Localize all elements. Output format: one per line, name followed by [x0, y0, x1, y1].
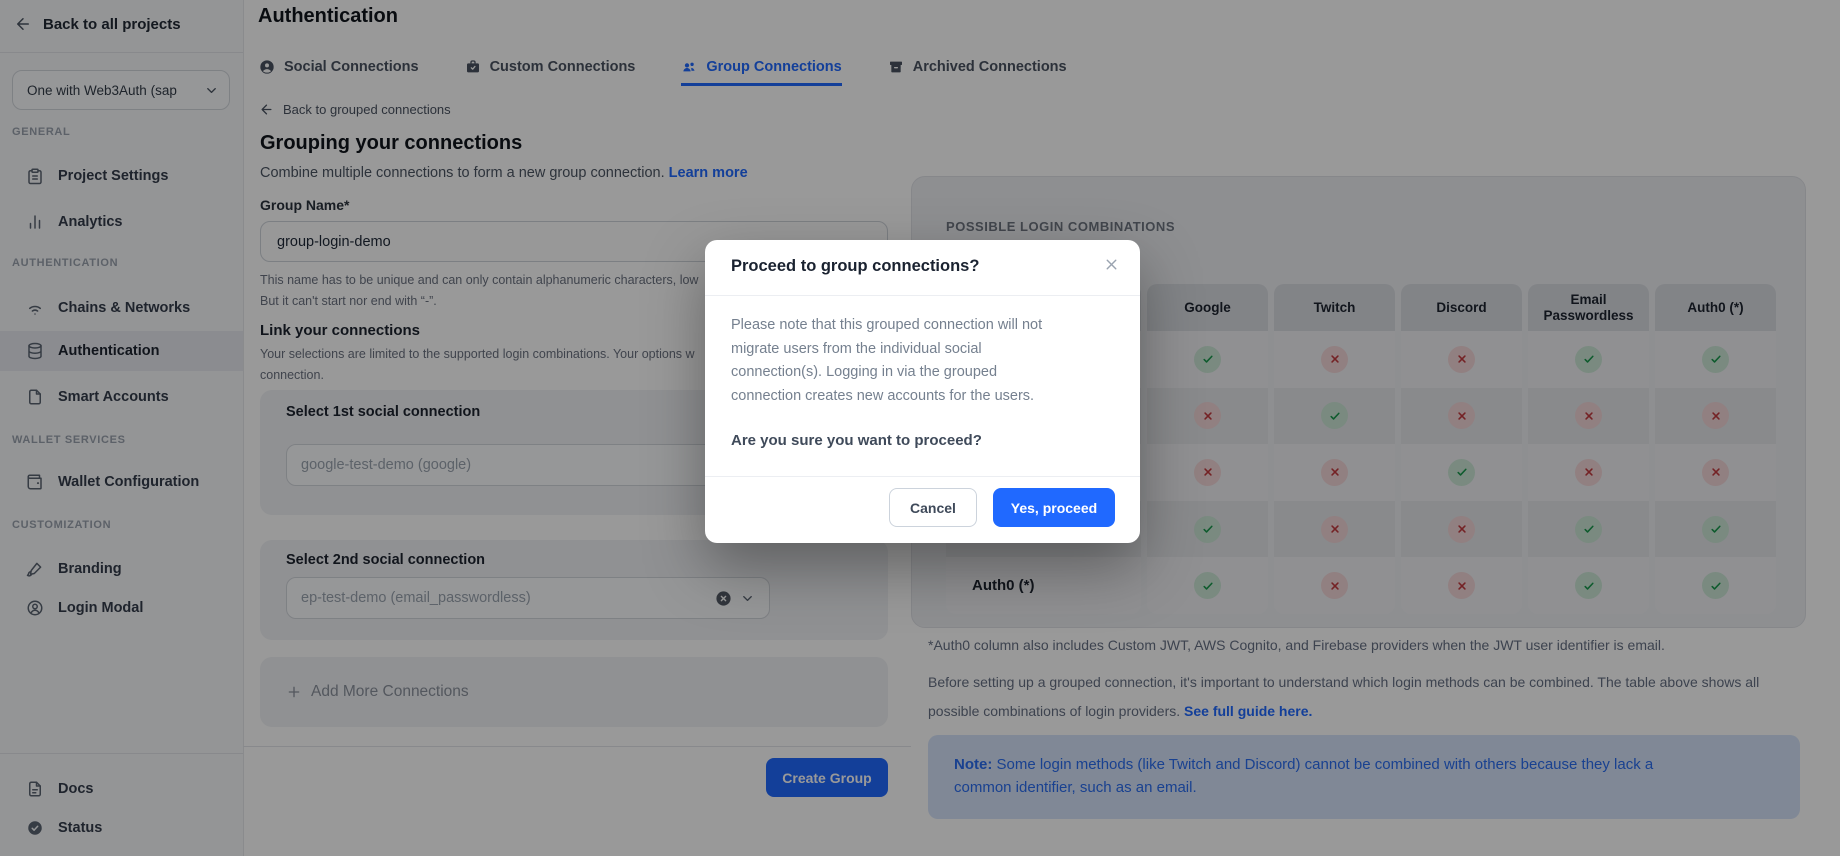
modal-divider	[705, 476, 1140, 477]
proceed-modal: Proceed to group connections? Please not…	[705, 240, 1140, 543]
modal-body: Please note that this grouped connection…	[731, 314, 1113, 408]
cancel-button[interactable]: Cancel	[889, 488, 977, 527]
modal-divider	[705, 295, 1140, 296]
close-icon[interactable]	[1103, 256, 1120, 273]
modal-question: Are you sure you want to proceed?	[731, 432, 982, 449]
modal-title: Proceed to group connections?	[731, 257, 979, 276]
app-window: Back to all projects One with Web3Auth (…	[0, 0, 1840, 856]
yes-proceed-button[interactable]: Yes, proceed	[993, 488, 1115, 527]
